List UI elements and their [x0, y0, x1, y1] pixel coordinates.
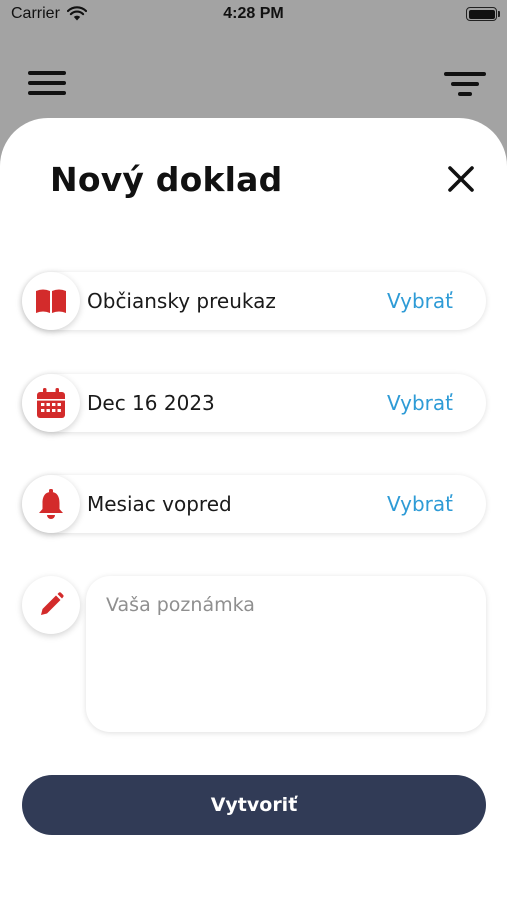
clock-time: 4:28 PM	[223, 5, 284, 22]
select-document-type-button[interactable]: Vybrať	[387, 272, 453, 330]
note-field[interactable]	[86, 576, 486, 732]
close-button[interactable]	[440, 158, 482, 200]
reminder-label: Mesiac vopred	[87, 492, 232, 516]
date-row[interactable]: Dec 16 2023 Vybrať	[22, 374, 486, 432]
bell-icon	[22, 475, 80, 533]
reminder-row[interactable]: Mesiac vopred Vybrať	[22, 475, 486, 533]
document-type-label: Občiansky preukaz	[87, 289, 276, 313]
create-button[interactable]: Vytvoriť	[22, 775, 486, 835]
new-document-sheet: Nový doklad Občiansky preukaz Vybrať Dec…	[0, 118, 507, 900]
menu-icon[interactable]	[28, 68, 66, 98]
date-label: Dec 16 2023	[87, 391, 215, 415]
book-icon	[22, 272, 80, 330]
calendar-icon	[22, 374, 80, 432]
battery-icon	[466, 7, 497, 21]
select-reminder-button[interactable]: Vybrať	[387, 475, 453, 533]
document-type-row[interactable]: Občiansky preukaz Vybrať	[22, 272, 486, 330]
battery-cap	[498, 11, 500, 17]
close-icon	[448, 166, 474, 192]
select-date-button[interactable]: Vybrať	[387, 374, 453, 432]
sheet-title: Nový doklad	[50, 160, 283, 199]
status-bar: Carrier 4:28 PM	[0, 0, 507, 30]
note-input[interactable]	[86, 576, 486, 732]
pencil-icon	[22, 576, 80, 634]
filter-icon[interactable]	[444, 70, 486, 98]
